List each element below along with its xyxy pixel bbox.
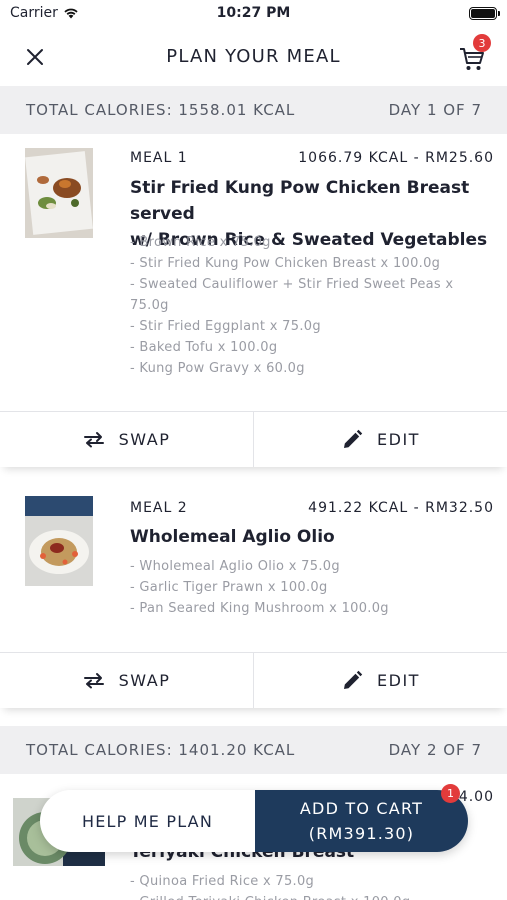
total-calories: TOTAL CALORIES: 1401.20 KCAL — [26, 741, 296, 759]
edit-button[interactable]: EDIT — [253, 653, 507, 708]
day-label: DAY 2 OF 7 — [388, 741, 482, 759]
bottom-action-bar: HELP ME PLAN ADD TO CART (RM391.30) 1 — [40, 784, 468, 852]
add-to-cart-label: ADD TO CART — [299, 799, 424, 818]
total-calories: TOTAL CALORIES: 1558.01 KCAL — [26, 101, 296, 119]
swap-button[interactable]: SWAP — [0, 412, 253, 467]
ingredient-item: 75.0g — [130, 298, 169, 313]
cart-count-badge: 3 — [473, 34, 491, 52]
cart-total: (RM391.30) — [308, 824, 415, 843]
day-summary-bar: TOTAL CALORIES: 1558.01 KCAL DAY 1 OF 7 — [0, 86, 507, 134]
ingredient-item: - Stir Fried Eggplant x 75.0g — [130, 319, 321, 334]
meal-actions: SWAP EDIT — [0, 652, 507, 708]
add-to-cart-badge: 1 — [441, 784, 460, 803]
ingredient-item: - Quinoa Fried Rice x 75.0g — [130, 874, 315, 889]
meal-card: MEAL 2 491.22 KCAL - RM32.50 Wholemeal A… — [0, 484, 507, 708]
meal-label: MEAL 2 — [130, 500, 188, 516]
edit-icon — [344, 429, 363, 448]
ingredient-item: - Stir Fried Kung Pow Chicken Breast x 1… — [130, 256, 441, 271]
status-bar: Carrier 10:27 PM — [0, 0, 507, 30]
edit-label: EDIT — [377, 430, 420, 449]
swap-button[interactable]: SWAP — [0, 653, 253, 708]
app-header: PLAN YOUR MEAL 3 — [0, 30, 507, 86]
meal-card: MEAL 1 1066.79 KCAL - RM25.60 Stir Fried… — [0, 134, 507, 467]
ingredient-item: - Pan Seared King Mushroom x 100.0g — [130, 601, 389, 616]
edit-icon — [344, 670, 363, 689]
ingredient-item: - Baked Tofu x 100.0g — [130, 340, 278, 355]
swap-icon — [83, 431, 104, 447]
swap-icon — [83, 672, 104, 688]
day-summary-bar: TOTAL CALORIES: 1401.20 KCAL DAY 2 OF 7 — [0, 726, 507, 774]
ingredient-item: - Wholemeal Aglio Olio x 75.0g — [130, 559, 340, 574]
ingredient-item: - Grilled Teriyaki Chicken Breast x 100.… — [130, 892, 479, 900]
ingredient-list: - Wholemeal Aglio Olio x 75.0g - Garlic … — [130, 556, 479, 619]
swap-label: SWAP — [118, 671, 171, 690]
add-to-cart-button[interactable]: ADD TO CART (RM391.30) 1 — [255, 784, 468, 852]
ingredient-list: - Brown Rice x 75.0g - Stir Fried Kung P… — [130, 232, 479, 379]
ingredient-item: - Garlic Tiger Prawn x 100.0g — [130, 580, 328, 595]
meal-image[interactable] — [25, 496, 93, 586]
status-time: 10:27 PM — [216, 5, 291, 21]
edit-label: EDIT — [377, 671, 420, 690]
ingredient-item: - Brown Rice x 75.0g — [130, 235, 271, 250]
day-label: DAY 1 OF 7 — [388, 101, 482, 119]
page-title: PLAN YOUR MEAL — [166, 46, 341, 67]
meal-kcal-price: 1066.79 KCAL - RM25.60 — [298, 150, 494, 166]
meal-actions: SWAP EDIT — [0, 411, 507, 467]
help-me-plan-button[interactable]: HELP ME PLAN — [40, 790, 255, 852]
edit-button[interactable]: EDIT — [253, 412, 507, 467]
meal-meta: MEAL 2 491.22 KCAL - RM32.50 — [130, 500, 494, 516]
meal-name: Wholemeal Aglio Olio — [130, 527, 335, 547]
meal-kcal-price: 4.00 — [458, 789, 494, 805]
swap-label: SWAP — [118, 430, 171, 449]
ingredient-item: - Sweated Cauliflower + Stir Fried Sweet… — [130, 277, 454, 292]
meal-kcal-price: 491.22 KCAL - RM32.50 — [308, 500, 494, 516]
battery-icon — [469, 7, 500, 20]
meal-meta: MEAL 1 1066.79 KCAL - RM25.60 — [130, 150, 494, 166]
ingredient-item: - Kung Pow Gravy x 60.0g — [130, 361, 305, 376]
ingredient-list: - Quinoa Fried Rice x 75.0g - Grilled Te… — [130, 871, 479, 900]
cart-button[interactable]: 3 — [455, 34, 491, 74]
meal-name-line: Stir Fried Kung Pow Chicken Breast serve… — [130, 178, 470, 224]
meal-image[interactable] — [25, 148, 93, 238]
meal-label: MEAL 1 — [130, 150, 188, 166]
